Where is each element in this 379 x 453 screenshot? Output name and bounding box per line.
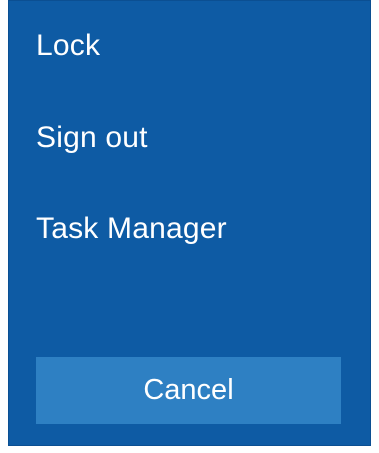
sign-out-option[interactable]: Sign out <box>36 121 148 155</box>
lock-option[interactable]: Lock <box>36 29 100 63</box>
security-options-screen: Lock Sign out Task Manager Cancel <box>8 0 371 446</box>
cancel-button[interactable]: Cancel <box>36 357 341 424</box>
task-manager-option[interactable]: Task Manager <box>36 212 227 246</box>
